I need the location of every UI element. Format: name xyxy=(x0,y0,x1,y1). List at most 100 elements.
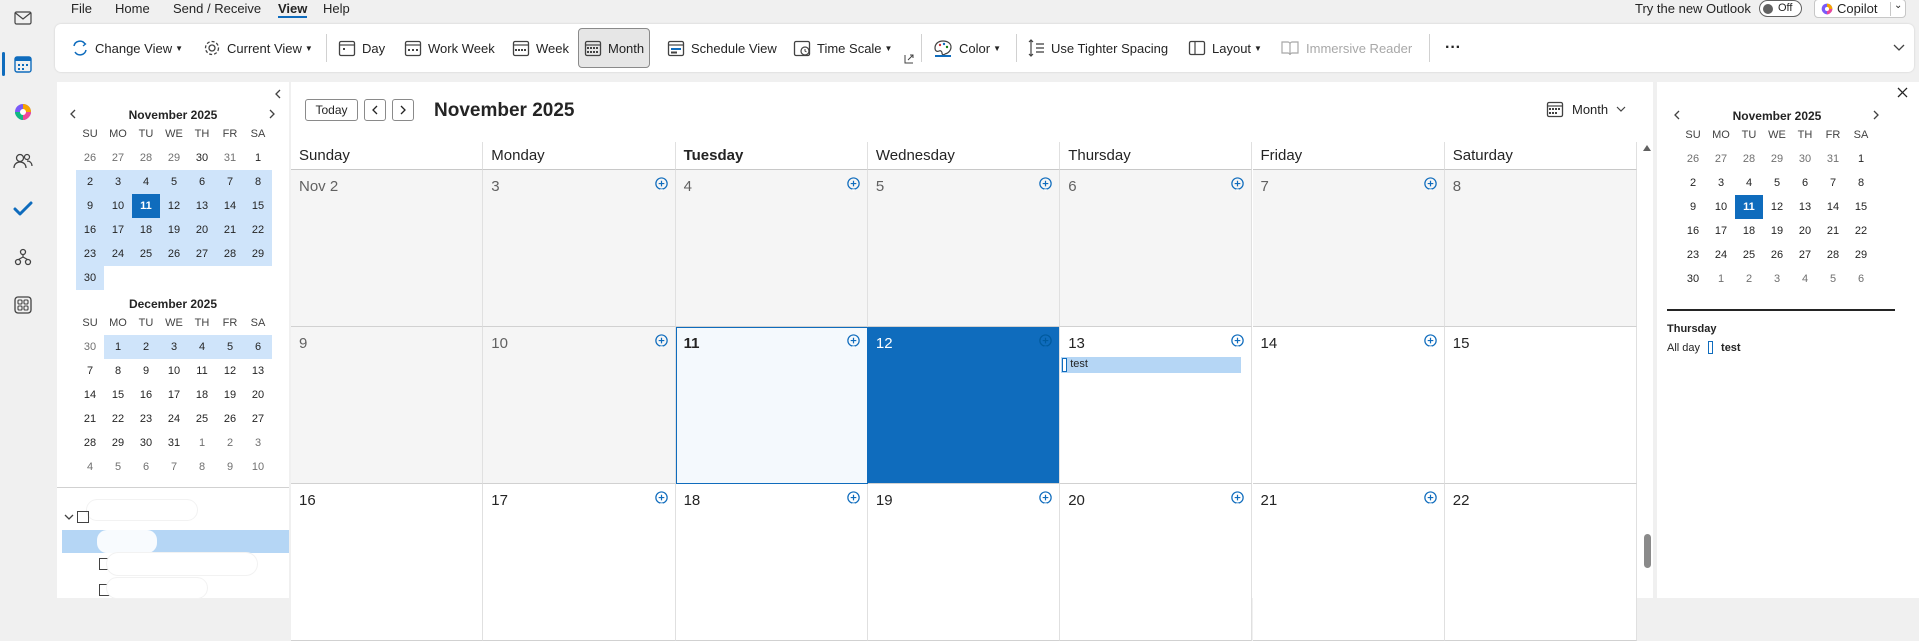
mini-calendar-day[interactable]: 5 xyxy=(1763,171,1791,195)
mini-calendar-day[interactable]: 10 xyxy=(244,455,272,479)
calendar-day-cell[interactable]: 10 xyxy=(483,327,676,484)
calendar-day-cell[interactable]: 22 xyxy=(1444,484,1638,641)
mini-calendar-day[interactable]: 1 xyxy=(104,335,132,359)
mini-calendar-day[interactable]: 13 xyxy=(1791,195,1819,219)
view-switcher[interactable]: Month xyxy=(1546,100,1626,118)
mini-calendar-day[interactable]: 30 xyxy=(76,266,104,290)
mini-calendar-day[interactable]: 6 xyxy=(132,455,160,479)
close-icon[interactable] xyxy=(1897,87,1908,98)
add-event-icon[interactable] xyxy=(1423,491,1438,506)
mini-calendar-day[interactable]: 3 xyxy=(104,170,132,194)
mini-calendar-day[interactable]: 11 xyxy=(188,359,216,383)
agenda-event[interactable]: All day test xyxy=(1667,341,1741,354)
today-button[interactable]: Today xyxy=(305,99,358,121)
mini-calendar-day[interactable]: 29 xyxy=(1763,147,1791,171)
mini-calendar-day[interactable]: 17 xyxy=(160,383,188,407)
mini-calendar-day[interactable]: 22 xyxy=(1847,219,1875,243)
mini-calendar-day[interactable]: 31 xyxy=(1819,147,1847,171)
mini-calendar-day[interactable]: 10 xyxy=(160,359,188,383)
mini-calendar-day[interactable]: 28 xyxy=(76,431,104,455)
calendar-day-cell[interactable]: 18 xyxy=(675,484,868,641)
add-event-icon[interactable] xyxy=(846,334,861,349)
mini-calendar-day[interactable]: 7 xyxy=(1819,171,1847,195)
mini-calendar-day[interactable]: 5 xyxy=(104,455,132,479)
mini-calendar-day[interactable]: 18 xyxy=(132,218,160,242)
add-event-icon[interactable] xyxy=(654,491,669,506)
add-event-icon[interactable] xyxy=(1230,491,1245,506)
mini-calendar-day[interactable]: 26 xyxy=(1679,147,1707,171)
mini-calendar-day[interactable]: 20 xyxy=(244,383,272,407)
mini-calendar-day[interactable]: 20 xyxy=(1791,219,1819,243)
mini-calendar-day[interactable]: 15 xyxy=(104,383,132,407)
mini-calendar-day[interactable]: 23 xyxy=(132,407,160,431)
add-event-icon[interactable] xyxy=(1230,177,1245,192)
mini-calendar-day[interactable]: 25 xyxy=(132,242,160,266)
add-event-icon[interactable] xyxy=(846,177,861,192)
mini-calendar-day[interactable]: 2 xyxy=(132,335,160,359)
calendar-day-cell[interactable]: 19 xyxy=(867,484,1061,641)
new-outlook-toggle[interactable]: Off xyxy=(1759,0,1802,17)
mini-calendar-day[interactable]: 10 xyxy=(1707,195,1735,219)
mini-calendar-day[interactable]: 11 xyxy=(132,194,160,218)
mini-calendar-day[interactable]: 30 xyxy=(132,431,160,455)
people-icon[interactable] xyxy=(12,150,34,172)
menu-home[interactable]: Home xyxy=(115,1,150,16)
calendar-day-cell[interactable]: 17 xyxy=(483,484,676,641)
mini-calendar-day[interactable]: 1 xyxy=(1707,267,1735,291)
mini-calendar-day[interactable]: 23 xyxy=(76,242,104,266)
mini-calendar-day[interactable]: 9 xyxy=(1679,195,1707,219)
mini-calendar-day[interactable]: 21 xyxy=(1819,219,1847,243)
mini-calendar-day[interactable]: 7 xyxy=(216,170,244,194)
month-view-button[interactable]: Month xyxy=(578,28,651,68)
mini-calendar-day[interactable]: 19 xyxy=(160,218,188,242)
mini-calendar-day[interactable]: 31 xyxy=(216,146,244,170)
mini-calendar-day[interactable]: 10 xyxy=(104,194,132,218)
mini-calendar-day[interactable]: 20 xyxy=(188,218,216,242)
mini-calendar-day[interactable]: 13 xyxy=(244,359,272,383)
mini-calendar-day[interactable]: 28 xyxy=(132,146,160,170)
mini-calendar-day[interactable]: 26 xyxy=(216,407,244,431)
chevron-down-icon[interactable] xyxy=(64,514,74,522)
mini-calendar-day[interactable]: 6 xyxy=(244,335,272,359)
mini-calendar-day[interactable]: 7 xyxy=(76,359,104,383)
mini-calendar-day[interactable]: 16 xyxy=(132,383,160,407)
mini-calendar-day[interactable]: 2 xyxy=(1735,267,1763,291)
mini-calendar-day[interactable]: 29 xyxy=(1847,243,1875,267)
mini-calendar-day[interactable]: 13 xyxy=(188,194,216,218)
mini-calendar-day[interactable]: 1 xyxy=(188,431,216,455)
org-icon[interactable] xyxy=(12,246,34,268)
calendar-day-cell[interactable]: 5 xyxy=(867,170,1061,327)
calendar-day-cell[interactable]: 7 xyxy=(1252,170,1445,327)
mini-calendar-day[interactable]: 15 xyxy=(1847,195,1875,219)
mini-calendar-day[interactable]: 4 xyxy=(1735,171,1763,195)
mini-calendar-day[interactable]: 29 xyxy=(104,431,132,455)
copilot-button[interactable]: Copilot ⌄ xyxy=(1814,0,1906,18)
mini-calendar-day[interactable]: 4 xyxy=(1791,267,1819,291)
group-checkbox[interactable] xyxy=(77,511,89,523)
mini-calendar-day[interactable]: 12 xyxy=(160,194,188,218)
mini-calendar-day[interactable]: 8 xyxy=(104,359,132,383)
schedule-view-button[interactable]: Schedule View xyxy=(667,34,777,62)
mini-calendar-day[interactable]: 24 xyxy=(1707,243,1735,267)
mini-calendar-day[interactable]: 27 xyxy=(1707,147,1735,171)
add-event-icon[interactable] xyxy=(1038,177,1053,192)
mini-calendar-day[interactable]: 17 xyxy=(104,218,132,242)
mini-calendar-day[interactable]: 27 xyxy=(1791,243,1819,267)
mini-calendar-day[interactable]: 9 xyxy=(132,359,160,383)
mini-calendar-day[interactable]: 14 xyxy=(1819,195,1847,219)
mini-calendar-day[interactable]: 19 xyxy=(1763,219,1791,243)
mini-calendar-day[interactable]: 30 xyxy=(1791,147,1819,171)
mini-calendar-day[interactable]: 30 xyxy=(1679,267,1707,291)
mini-calendar-day[interactable]: 5 xyxy=(1819,267,1847,291)
mini-calendar-day[interactable]: 25 xyxy=(188,407,216,431)
current-view-button[interactable]: Current View ▼ xyxy=(203,34,313,62)
mini-calendar-day[interactable]: 28 xyxy=(216,242,244,266)
collapse-pane-icon[interactable] xyxy=(274,89,282,99)
mini-calendar-day[interactable]: 21 xyxy=(76,407,104,431)
mini-calendar-day[interactable]: 22 xyxy=(244,218,272,242)
vertical-scrollbar-thumb[interactable] xyxy=(1644,534,1651,568)
collapse-ribbon-icon[interactable] xyxy=(1893,44,1905,52)
mini-calendar-day[interactable]: 6 xyxy=(188,170,216,194)
calendar-day-cell[interactable]: 6 xyxy=(1060,170,1253,327)
tighter-spacing-button[interactable]: Use Tighter Spacing xyxy=(1027,34,1168,62)
